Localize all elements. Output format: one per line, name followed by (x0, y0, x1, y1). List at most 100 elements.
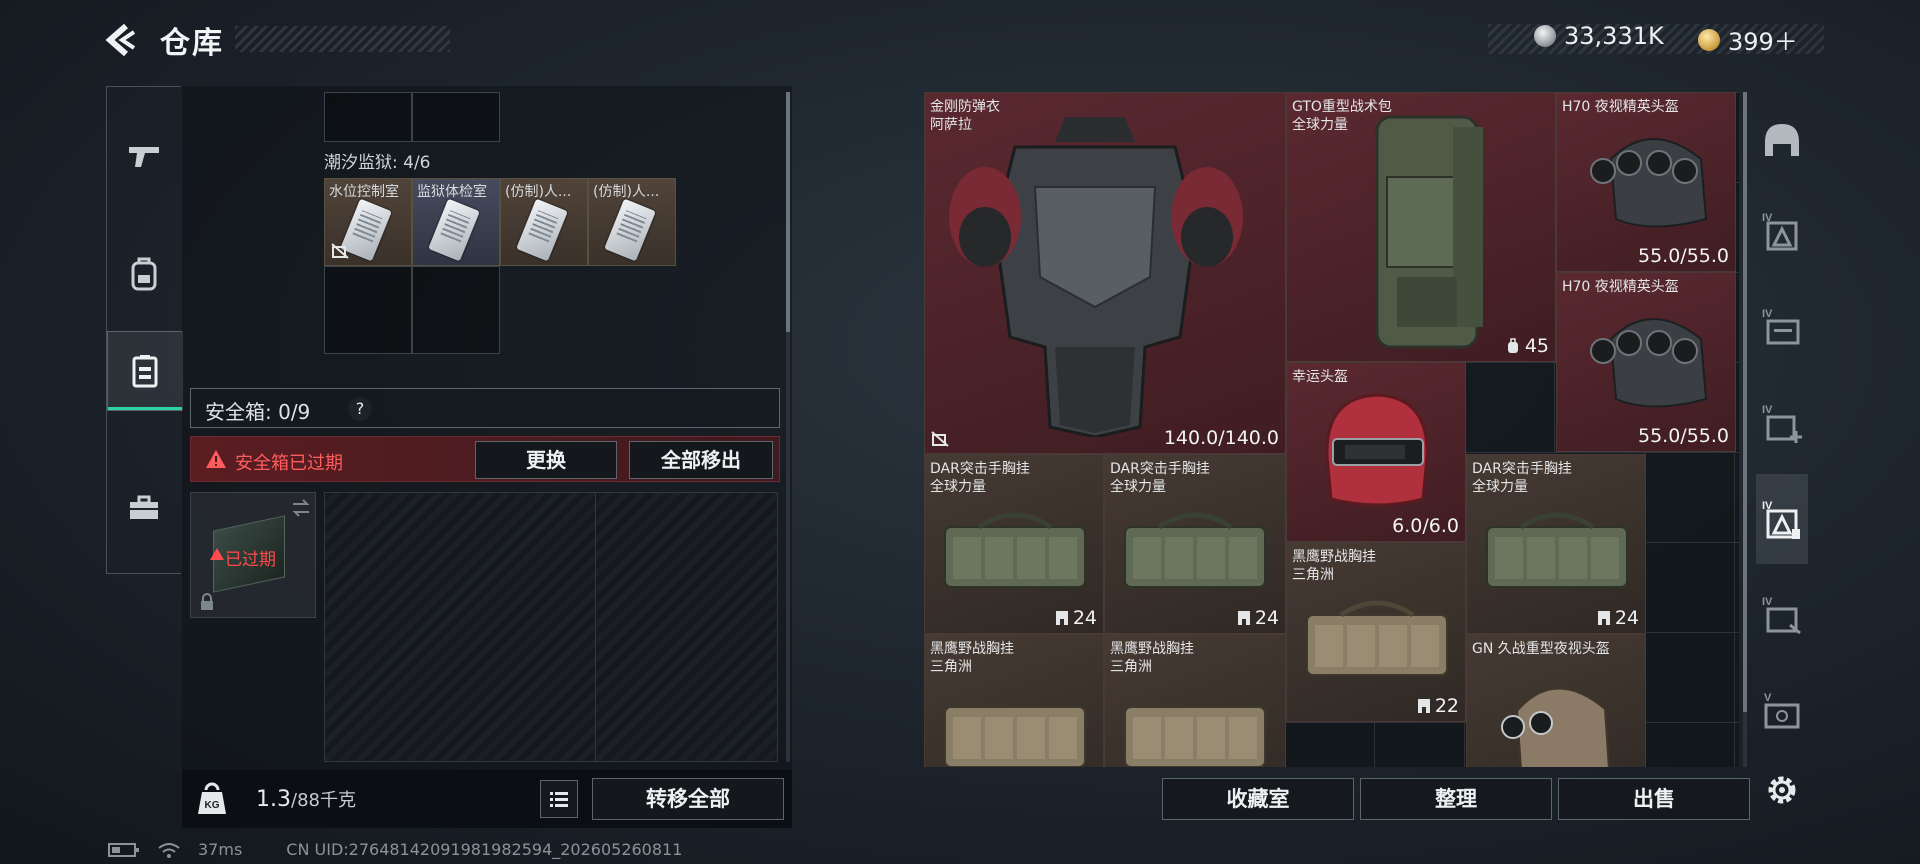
help-icon[interactable]: ? (348, 397, 372, 421)
item-label: (仿制)人... (593, 184, 660, 200)
safe-box-grid[interactable] (324, 492, 778, 763)
inventory-scroll-thumb[interactable] (1743, 92, 1747, 712)
container-section-label: 潮汐监狱: 4/6 (324, 153, 431, 173)
inventory-item-chest-rig[interactable]: 黑鹰野战胸挂 三角洲 (924, 634, 1104, 767)
keycard-icon (428, 198, 480, 262)
armor-tier-icon: IV (1762, 212, 1798, 251)
left-scroll-thumb[interactable] (786, 92, 790, 332)
inventory-item-chest-rig[interactable]: 黑鹰野战胸挂 三角洲 22 (1286, 542, 1466, 722)
back-arrow-icon (105, 23, 136, 57)
back-button[interactable] (104, 22, 144, 58)
inventory-item-backpack[interactable]: GTO重型战术包 全球力量 45 (1286, 92, 1556, 362)
tier-label: IV (1762, 404, 1773, 416)
svg-text:KG: KG (205, 800, 220, 811)
filter-tab-folder[interactable]: IV (1756, 282, 1808, 372)
rig-slot-icon (1597, 611, 1610, 625)
transfer-all-button[interactable]: 转移全部 (592, 778, 784, 820)
grid-slot[interactable] (324, 266, 412, 354)
gold-currency[interactable]: 399＋ (1698, 22, 1798, 57)
durability: 55.0/55.0 (1637, 245, 1729, 267)
lock-icon (201, 593, 213, 610)
filter-tab-stack[interactable]: IV (1756, 570, 1808, 660)
inventory-item-helmet[interactable]: H70 夜视精英头盔 55.0/55.0 (1556, 92, 1736, 272)
sort-button[interactable]: 整理 (1360, 778, 1552, 820)
inventory-item-chest-rig[interactable]: DAR突击手胸挂 全球力量 24 (1104, 454, 1286, 634)
weight-readout: 1.3/88千克 (256, 786, 356, 812)
keycard-item[interactable]: 水位控制室 (324, 178, 412, 266)
silver-amount: 33,331K (1564, 22, 1664, 50)
list-view-button[interactable] (540, 780, 578, 818)
warning-icon (206, 450, 226, 468)
item-name: DAR突击手胸挂 (1110, 461, 1210, 477)
filter-tab-vehicle[interactable]: V (1756, 666, 1808, 756)
keycard-item[interactable]: (仿制)人... (588, 178, 676, 266)
capacity: 45 (1505, 335, 1549, 357)
item-origin: 全球力量 (1472, 479, 1528, 495)
slot-count: 24 (1614, 607, 1639, 629)
durability: 6.0/6.0 (1392, 515, 1459, 537)
item-label: 监狱体检室 (417, 184, 487, 200)
no-bring-out-icon (331, 243, 349, 259)
toolbox-icon (130, 495, 158, 519)
filter-tab-armor[interactable]: IV (1756, 186, 1808, 276)
helmet-icon (1765, 124, 1799, 156)
item-name: 幸运头盔 (1292, 369, 1348, 385)
inventory-item-helmet[interactable]: 幸运头盔 6.0/6.0 (1286, 362, 1466, 542)
filter-tab-add[interactable]: IV (1756, 378, 1808, 468)
collection-room-button[interactable]: 收藏室 (1162, 778, 1354, 820)
weight-kg-icon: KG (198, 782, 226, 814)
settings-icon (1768, 776, 1796, 804)
nav-backpack[interactable] (107, 237, 181, 311)
vehicle-tier-icon: V (1764, 692, 1800, 729)
item-origin: 全球力量 (930, 479, 986, 495)
capacity-icon (1507, 338, 1518, 353)
inventory-item-helmet[interactable]: H70 夜视精英头盔 55.0/55.0 (1556, 272, 1736, 452)
sell-button[interactable]: 出售 (1558, 778, 1750, 820)
settings-button[interactable] (1756, 760, 1808, 820)
night-vision-helmet-icon (1590, 138, 1708, 228)
durability: 140.0/140.0 (1163, 427, 1279, 449)
item-name: DAR突击手胸挂 (1472, 461, 1572, 477)
item-name: 黑鹰野战胸挂 (1292, 549, 1376, 565)
item-origin: 全球力量 (1292, 117, 1348, 133)
filter-tab-helmet[interactable] (1756, 100, 1808, 180)
inventory-item-chest-rig[interactable]: 黑鹰野战胸挂 三角洲 (1104, 634, 1286, 767)
keycard-item[interactable]: 监狱体检室 (412, 178, 500, 266)
rig-slot-icon (1055, 611, 1068, 625)
nav-toolbox[interactable] (107, 471, 181, 545)
weight-current: 1.3 (256, 787, 291, 812)
chest-rig-icon (1306, 600, 1448, 676)
filter-tab-armor-selected[interactable]: IV (1756, 474, 1808, 564)
nav-weapons[interactable] (107, 119, 181, 193)
chest-rig-icon (944, 706, 1086, 767)
safe-case-slot[interactable]: 已过期 (190, 492, 316, 618)
tier-label: IV (1762, 308, 1773, 320)
inventory-item-helmet[interactable]: GN 久战重型夜视头盔 (1466, 634, 1646, 767)
tier-label: IV (1762, 596, 1773, 608)
replace-button[interactable]: 更换 (475, 441, 617, 479)
silver-currency[interactable]: 33,331K (1534, 22, 1664, 50)
inventory-item-chest-rig[interactable]: DAR突击手胸挂 全球力量 24 (1466, 454, 1646, 634)
inventory-grid: 金刚防弹衣 阿萨拉 140.0/140.0 GTO重型战术包 全球力量 45 H… (924, 92, 1739, 767)
item-name: H70 夜视精英头盔 (1562, 99, 1679, 115)
inventory-item-armor[interactable]: 金刚防弹衣 阿萨拉 140.0/140.0 (924, 92, 1286, 454)
item-origin: 全球力量 (1110, 479, 1166, 495)
armor-select-icon: IV (1762, 500, 1800, 539)
grid-slot[interactable] (412, 266, 500, 354)
chest-rig-icon (1124, 706, 1266, 767)
grid-slot[interactable] (324, 92, 412, 142)
vest-icon (132, 355, 158, 388)
grid-slot[interactable] (412, 92, 500, 142)
remove-all-button[interactable]: 全部移出 (629, 441, 773, 479)
case-expired-label: 已过期 (225, 550, 276, 570)
slots: 22 (1417, 695, 1459, 717)
item-name: GN 久战重型夜视头盔 (1472, 641, 1610, 657)
folder-tier-icon: IV (1762, 308, 1800, 345)
keycard-item[interactable]: (仿制)人... (500, 178, 588, 266)
item-name: H70 夜视精英头盔 (1562, 279, 1679, 295)
slot-count: 22 (1434, 695, 1459, 717)
nav-vest[interactable] (107, 331, 183, 411)
inventory-item-chest-rig[interactable]: DAR突击手胸挂 全球力量 24 (924, 454, 1104, 634)
grid-divider (595, 493, 596, 763)
stack-tier-icon: IV (1762, 596, 1801, 635)
